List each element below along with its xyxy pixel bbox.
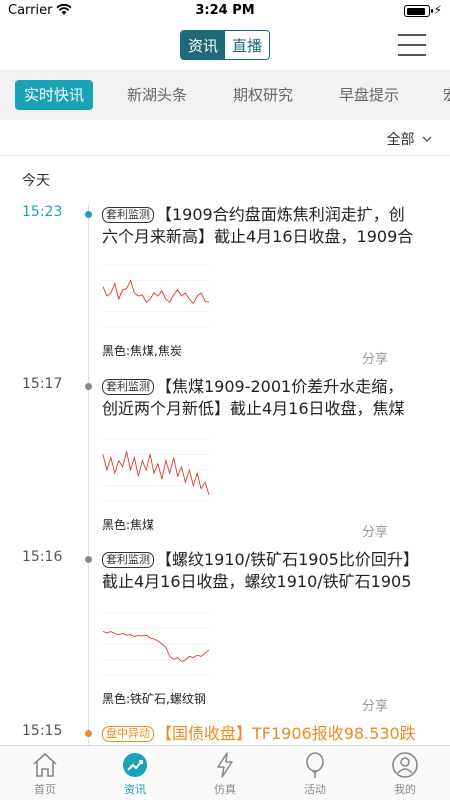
nav-profile[interactable]: 我的 (360, 746, 450, 800)
item-chart[interactable] (101, 251, 211, 336)
tab-morning-tips[interactable]: 早盘提示 (339, 80, 399, 110)
segment-news[interactable]: 资讯 (181, 31, 225, 59)
item-time: 15:23 (22, 204, 63, 220)
item-headline[interactable]: 套利监测 【焦煤1909-2001价差升水走缩，创近两个月新低】截止4月16日收盘… (102, 376, 417, 420)
tab-macro[interactable]: 宏 (443, 80, 450, 110)
lightning-icon (217, 752, 233, 778)
news-feed: 今天 15:23 套利监测 【1909合约盘面炼焦利润走扩，创六个月来新高】截止4… (0, 157, 450, 745)
nav-home-label: 首页 (34, 783, 56, 796)
news-icon (123, 753, 147, 777)
tab-options-research[interactable]: 期权研究 (233, 80, 293, 110)
nav-home[interactable]: 首页 (0, 746, 90, 800)
share-button[interactable]: 分享 (362, 348, 388, 367)
bottom-nav: 首页 资讯 仿真 活动 我的 (0, 745, 450, 800)
nav-activity-label: 活动 (304, 783, 326, 796)
home-icon (33, 752, 57, 777)
item-tag: 套利监测 (102, 207, 154, 223)
item-category: 黑色:焦煤 (102, 518, 155, 532)
nav-activity[interactable]: 活动 (270, 746, 360, 800)
item-category: 黑色:铁矿石,螺纹钢 (102, 692, 206, 706)
item-category: 黑色:焦煤,焦炭 (102, 344, 182, 358)
status-time: 3:24 PM (195, 3, 255, 18)
nav-simulation[interactable]: 仿真 (180, 746, 270, 800)
battery-icon (404, 5, 433, 17)
item-tag: 盘中异动 (102, 726, 154, 742)
charging-icon: ⚡ (433, 3, 442, 17)
item-headline[interactable]: 套利监测 【1909合约盘面炼焦利润走扩，创六个月来新高】截止4月16日收盘，19… (102, 204, 417, 248)
segmented-control: 资讯 直播 (180, 30, 270, 60)
nav-news-label: 资讯 (124, 783, 146, 796)
timeline-dot (85, 730, 92, 737)
category-tabs: 实时快讯 新湖头条 期权研究 早盘提示 宏 (0, 70, 450, 120)
item-time: 15:15 (22, 723, 63, 739)
tab-realtime[interactable]: 实时快讯 (15, 80, 94, 110)
item-text: 【国债收盘】TF1906报收98.530跌 (156, 724, 416, 743)
item-time: 15:17 (22, 376, 63, 392)
status-bar: Carrier 3:24 PM ⚡ (0, 0, 450, 22)
nav-news[interactable]: 资讯 (90, 746, 180, 800)
nav-profile-label: 我的 (394, 783, 416, 796)
item-tag: 套利监测 (102, 379, 154, 395)
chart-background (101, 599, 211, 684)
timeline-line (88, 205, 89, 745)
share-button[interactable]: 分享 (362, 521, 388, 540)
user-icon (392, 752, 418, 778)
item-chart[interactable] (101, 425, 211, 510)
menu-icon[interactable] (398, 34, 426, 56)
item-time: 15:16 (22, 549, 63, 565)
day-label: 今天 (22, 173, 50, 189)
timeline-dot (85, 383, 92, 390)
item-headline[interactable]: 套利监测 【螺纹1910/铁矿石1905比价回升】截止4月16日收盘，螺纹1910… (102, 549, 417, 593)
item-chart[interactable] (101, 599, 211, 684)
timeline-dot (85, 211, 92, 218)
chevron-down-icon (422, 136, 432, 142)
header: 资讯 直播 (0, 22, 450, 70)
filter-row: 全部 (0, 120, 450, 156)
nav-simulation-label: 仿真 (214, 783, 236, 796)
share-button[interactable]: 分享 (362, 695, 388, 714)
filter-dropdown[interactable]: 全部 (387, 129, 432, 149)
segment-live[interactable]: 直播 (225, 31, 269, 59)
timeline-dot (85, 556, 92, 563)
filter-label: 全部 (386, 132, 415, 148)
item-tag: 套利监测 (102, 552, 154, 568)
item-headline[interactable]: 盘中异动 【国债收盘】TF1906报收98.530跌 (102, 723, 417, 745)
balloon-icon (306, 752, 324, 778)
tab-headlines[interactable]: 新湖头条 (127, 80, 187, 110)
